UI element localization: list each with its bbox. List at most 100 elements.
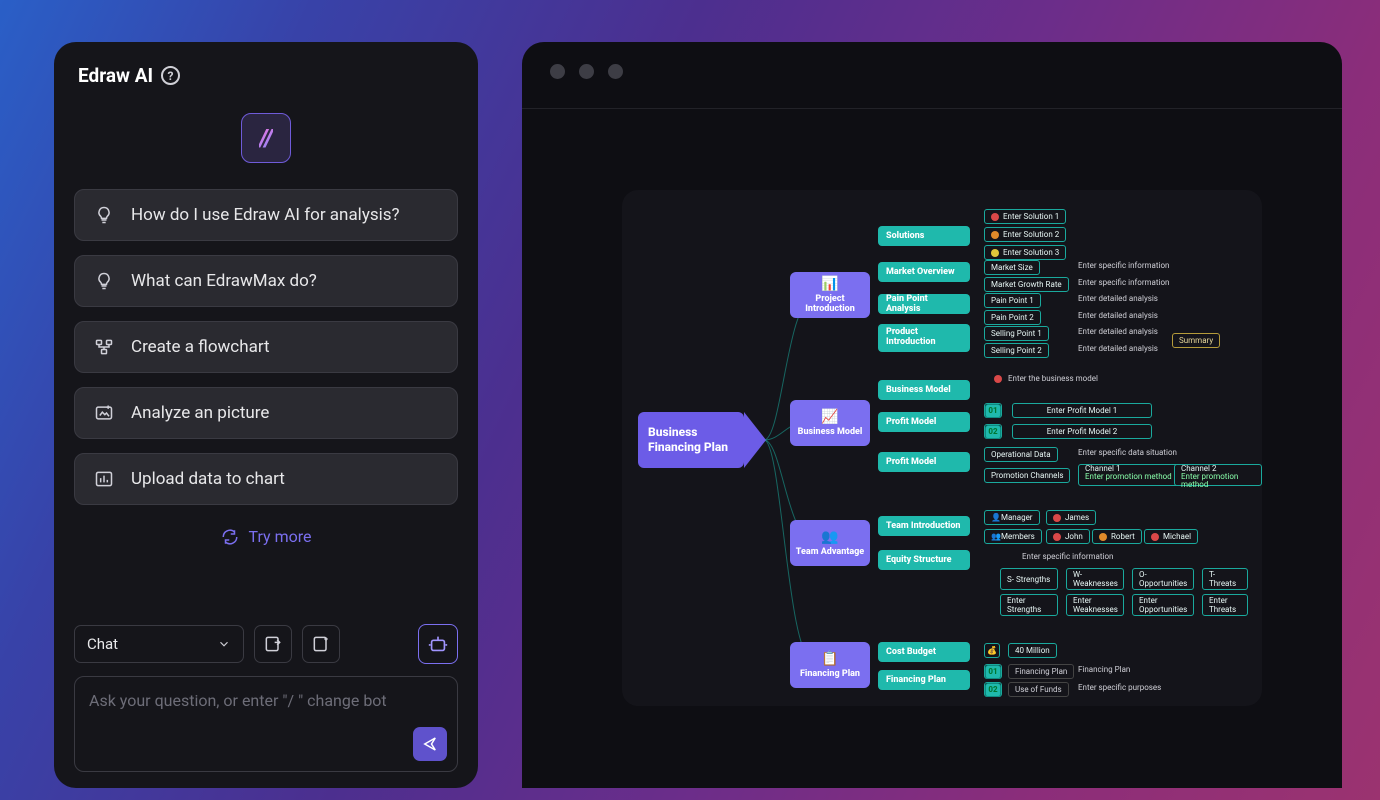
branch-project-introduction[interactable]: 📊 Project Introduction [790, 272, 870, 318]
leaf[interactable]: Selling Point 2 [984, 343, 1049, 358]
image-analyze-icon [93, 403, 115, 423]
tail-text: Financing Plan [1078, 665, 1130, 674]
leaf: 💰 [984, 643, 1000, 658]
brand-title: Edraw AI [78, 64, 153, 87]
branch-business-model[interactable]: 📈 Business Model [790, 400, 870, 446]
leaf[interactable]: Enter Solution 1 [984, 209, 1066, 224]
suggestion-label: Upload data to chart [131, 469, 285, 489]
leaf[interactable]: Use of Funds [1008, 682, 1069, 697]
leaf[interactable]: Promotion Channels [984, 468, 1070, 483]
leaf[interactable]: Financing Plan [1008, 664, 1074, 679]
node-market-overview[interactable]: Market Overview [878, 262, 970, 282]
swot-cell[interactable]: O- Opportunities [1132, 568, 1194, 590]
swot-cell[interactable]: T- Threats [1202, 568, 1248, 590]
suggestion-label: Analyze an picture [131, 403, 269, 423]
tail-text: Enter specific information [1022, 552, 1113, 561]
tail-text: Enter detailed analysis [1078, 327, 1158, 336]
suggestion-analyze-picture[interactable]: Analyze an picture [74, 387, 458, 439]
suggestion-list: How do I use Edraw AI for analysis? What… [70, 189, 462, 505]
mindmap-root[interactable]: Business Financing Plan [638, 412, 744, 468]
suggestion-label: How do I use Edraw AI for analysis? [131, 205, 400, 225]
branch-label: Project Introduction [790, 294, 870, 315]
window-controls [550, 64, 623, 79]
leaf[interactable]: Market Size [984, 260, 1040, 275]
lightbulb-icon [93, 271, 115, 291]
swot-cell[interactable]: S- Strengths [1000, 568, 1058, 590]
leaf[interactable]: Pain Point 2 [984, 310, 1041, 325]
suggestion-flowchart[interactable]: Create a flowchart [74, 321, 458, 373]
pill[interactable]: Enter Profit Model 1 [1012, 403, 1152, 418]
leaf[interactable]: Enter Solution 3 [984, 245, 1066, 260]
leaf[interactable]: Michael [1144, 529, 1198, 544]
leaf[interactable]: Selling Point 1 [984, 326, 1049, 341]
node-cost-budget[interactable]: Cost Budget [878, 642, 970, 662]
ai-sidebar: Edraw AI ? // How do I use Edraw AI for … [54, 42, 478, 788]
tail-text: Enter specific information [1078, 261, 1169, 270]
swot-cell[interactable]: Enter Strengths [1000, 594, 1058, 616]
suggestion-edrawmax[interactable]: What can EdrawMax do? [74, 255, 458, 307]
export-button[interactable] [254, 625, 292, 663]
branch-label: Financing Plan [800, 669, 860, 679]
node-profit-model[interactable]: Profit Model [878, 412, 970, 432]
suggestion-label: What can EdrawMax do? [131, 271, 317, 291]
node-equity[interactable]: Equity Structure [878, 550, 970, 570]
leaf[interactable]: Enter Solution 2 [984, 227, 1066, 242]
tail-text: Enter detailed analysis [1078, 344, 1158, 353]
leaf[interactable]: Pain Point 1 [984, 293, 1041, 308]
diagram-canvas[interactable]: Business Financing Plan 📊 Project Introd… [622, 190, 1262, 706]
logo-glyph: // [259, 124, 272, 152]
app-logo: // [241, 113, 291, 163]
new-doc-button[interactable] [302, 625, 340, 663]
leaf[interactable]: Market Growth Rate [984, 277, 1069, 292]
mode-select[interactable]: Chat [74, 625, 244, 663]
prompt-input[interactable]: Ask your question, or enter "/ " change … [74, 676, 458, 772]
node-business-model[interactable]: Business Model [878, 380, 970, 400]
node-financing-plan[interactable]: Financing Plan [878, 670, 970, 690]
tail-text: Enter specific information [1078, 278, 1169, 287]
node-profit-model-2[interactable]: Profit Model [878, 452, 970, 472]
branch-financing-plan[interactable]: 📋 Financing Plan [790, 642, 870, 688]
bot-button[interactable] [418, 624, 458, 664]
node-product-intro[interactable]: Product Introduction [878, 324, 970, 352]
traffic-dot[interactable] [579, 64, 594, 79]
tail-text: Enter detailed analysis [1078, 294, 1158, 303]
suggestion-upload-chart[interactable]: Upload data to chart [74, 453, 458, 505]
num-badge: 02 [984, 682, 1002, 697]
swot-cell[interactable]: Enter Opportunities [1132, 594, 1194, 616]
leaf[interactable]: John [1046, 529, 1090, 544]
swot-cell[interactable]: Enter Threats [1202, 594, 1248, 616]
leaf[interactable]: Operational Data [984, 447, 1058, 462]
lightbulb-icon [93, 205, 115, 225]
leaf[interactable]: James [1046, 510, 1096, 525]
summary-tag[interactable]: Summary [1172, 333, 1220, 348]
clipboard-icon: 📋 [821, 651, 838, 667]
channel-box[interactable]: Channel 1 Enter promotion method [1078, 464, 1179, 486]
node-team-intro[interactable]: Team Introduction [878, 516, 970, 536]
send-button[interactable] [413, 727, 447, 761]
mindmap: Business Financing Plan 📊 Project Introd… [622, 190, 1262, 706]
chevron-down-icon [217, 637, 231, 651]
try-more-link[interactable]: Try more [70, 527, 462, 546]
node-solutions[interactable]: Solutions [878, 226, 970, 246]
suggestion-analysis[interactable]: How do I use Edraw AI for analysis? [74, 189, 458, 241]
help-icon[interactable]: ? [161, 66, 180, 85]
branch-label: Team Advantage [796, 547, 864, 557]
prompt-placeholder: Ask your question, or enter "/ " change … [89, 691, 443, 710]
pill[interactable]: Enter Profit Model 2 [1012, 424, 1152, 439]
flowchart-icon [93, 337, 115, 357]
branch-team-advantage[interactable]: 👥 Team Advantage [790, 520, 870, 566]
tail-text: Enter specific data situation [1078, 448, 1177, 457]
leaf[interactable]: Robert [1092, 529, 1142, 544]
leaf[interactable]: 40 Million [1008, 643, 1057, 658]
leaf[interactable]: 👥 Members [984, 529, 1042, 544]
swot-cell[interactable]: W- Weaknesses [1066, 568, 1124, 590]
swot-cell[interactable]: Enter Weaknesses [1066, 594, 1124, 616]
chart-icon: 📊 [821, 276, 838, 292]
leaf[interactable]: 👤 Manager [984, 510, 1040, 525]
traffic-dot[interactable] [608, 64, 623, 79]
num-badge: 01 [984, 403, 1002, 418]
channel-box[interactable]: Channel 2 Enter promotion method [1174, 464, 1262, 486]
traffic-dot[interactable] [550, 64, 565, 79]
brand-row: Edraw AI ? [70, 64, 462, 87]
node-pain-point[interactable]: Pain Point Analysis [878, 294, 970, 314]
